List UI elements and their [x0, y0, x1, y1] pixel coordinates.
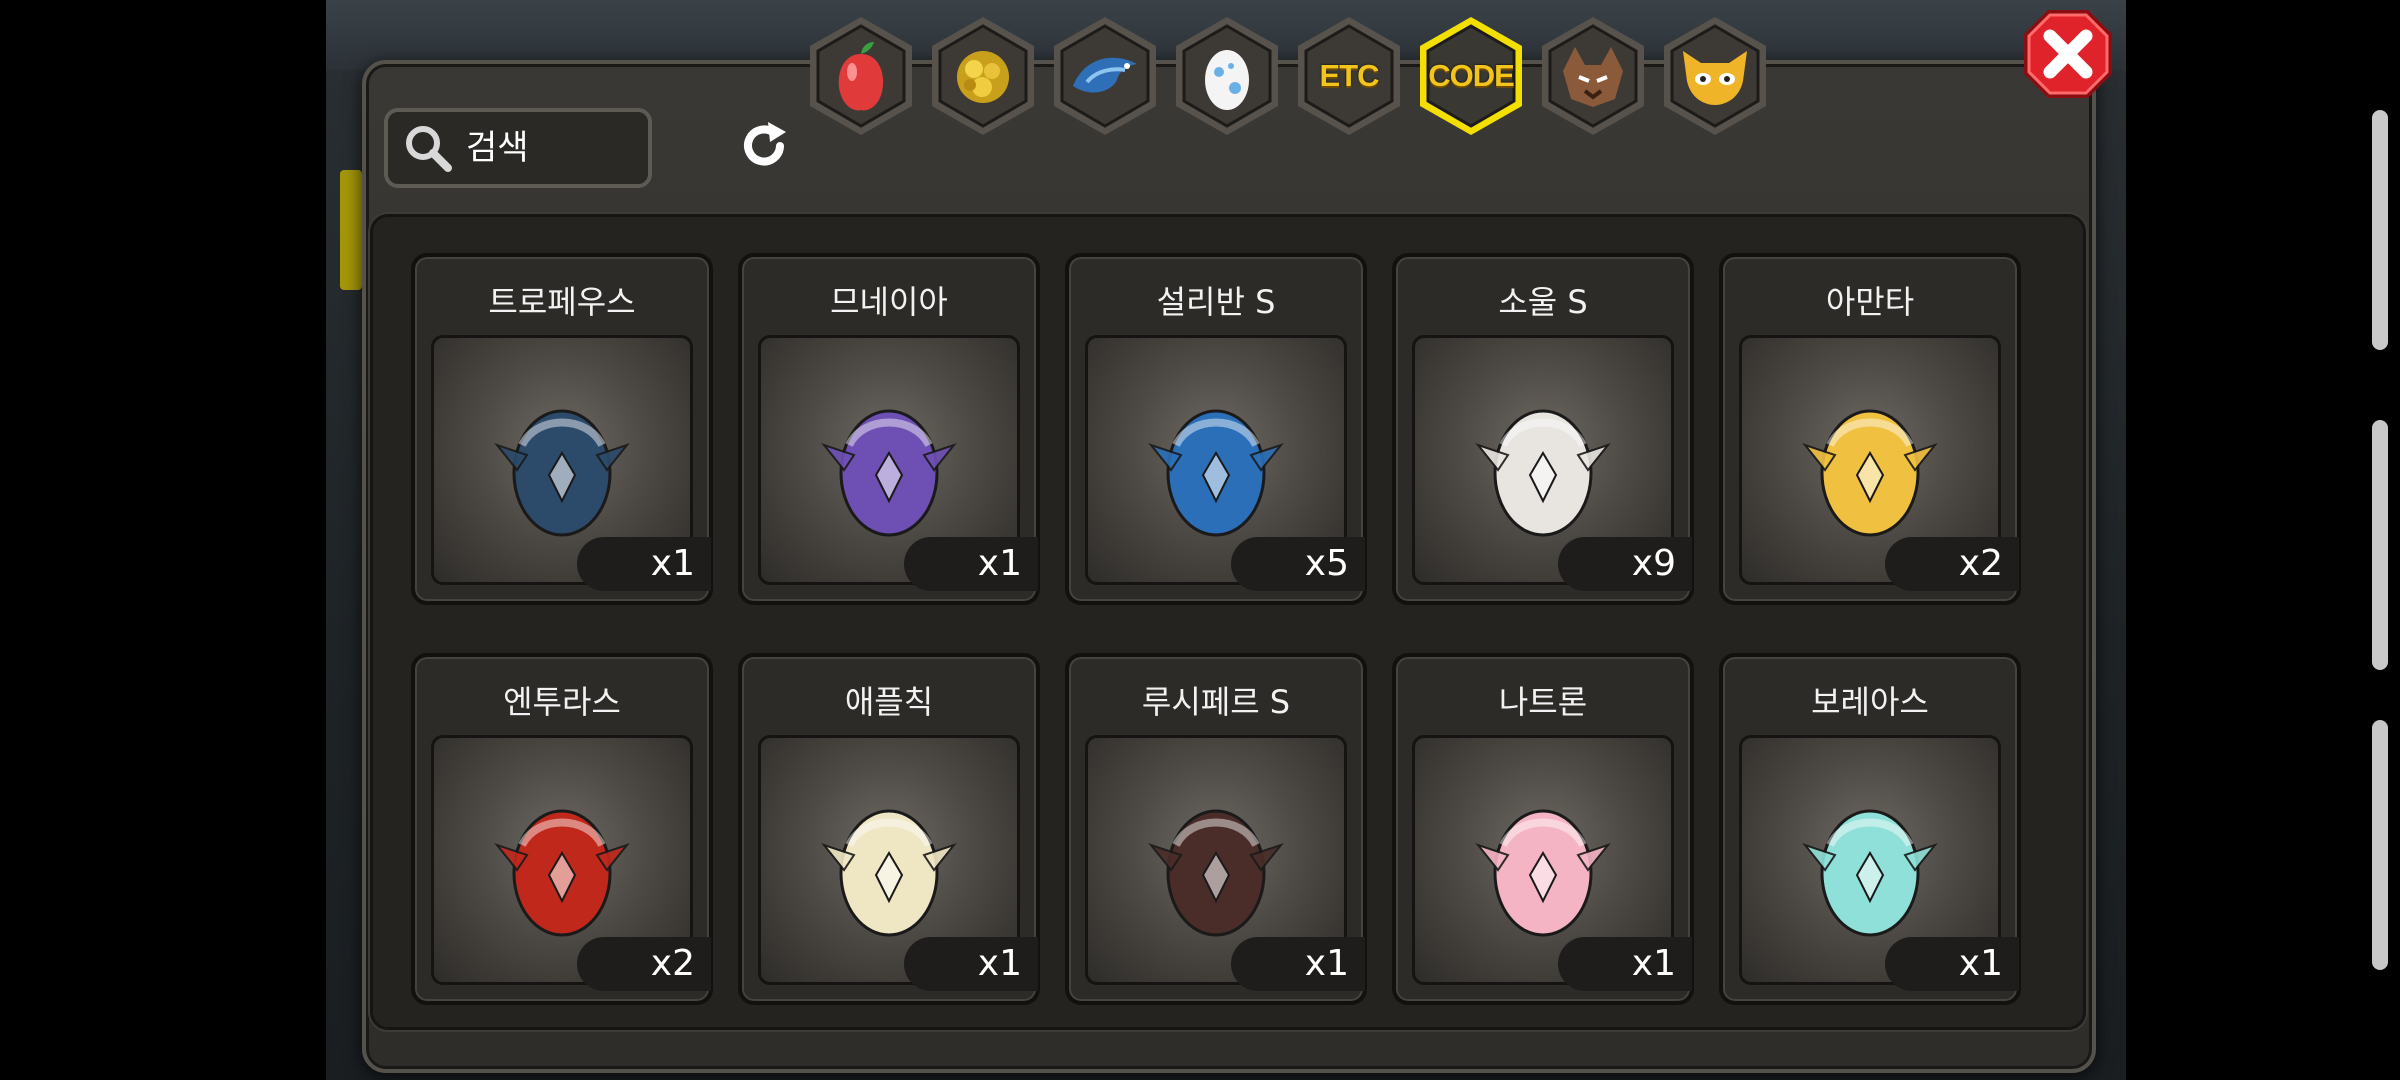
tab-dragon[interactable]	[1050, 14, 1160, 138]
item-grid: 트로페우스 x1 므네이아 x1 설리반 S x5 소울 S x9 아만타 x2 엔투라스 x2 애플칙…	[370, 214, 2086, 1030]
item-name: 나트론	[1498, 683, 1588, 721]
item-card[interactable]: 설리반 S x5	[1065, 253, 1367, 605]
item-name: 루시페르 S	[1141, 683, 1291, 721]
background-accent	[340, 170, 362, 290]
item-card[interactable]: 아만타 x2	[1719, 253, 2021, 605]
item-card[interactable]: 므네이아 x1	[738, 253, 1040, 605]
refresh-icon	[744, 122, 786, 166]
item-count: x1	[1558, 937, 1692, 991]
item-name: 보레아스	[1811, 683, 1929, 721]
tab-label-text: CODE	[1428, 58, 1515, 93]
item-count: x2	[577, 937, 711, 991]
item-name: 므네이아	[830, 283, 948, 321]
search-input[interactable]	[464, 127, 628, 169]
scrollbar-thumb[interactable]	[2372, 420, 2388, 670]
item-card[interactable]: 트로페우스 x1	[411, 253, 713, 605]
item-count: x1	[904, 537, 1038, 591]
scrollbar-thumb[interactable]	[2372, 720, 2388, 970]
item-card[interactable]: 루시페르 S x1	[1065, 653, 1367, 1005]
tab-mask[interactable]	[1660, 14, 1770, 138]
tab-label-text: ETC	[1319, 58, 1380, 93]
item-name: 아만타	[1825, 283, 1915, 321]
tab-egg[interactable]	[1172, 14, 1282, 138]
search-icon	[406, 126, 452, 172]
tab-beast[interactable]	[1538, 14, 1648, 138]
item-count: x1	[904, 937, 1038, 991]
category-tab-bar: ETC CODE	[806, 14, 1770, 144]
gold-ore-icon	[928, 14, 1038, 138]
item-name: 트로페우스	[488, 283, 636, 321]
close-button[interactable]	[2020, 6, 2116, 102]
item-count: x1	[1231, 937, 1365, 991]
item-card[interactable]: 엔투라스 x2	[411, 653, 713, 1005]
mask-icon	[1660, 14, 1770, 138]
dragon-icon	[1050, 14, 1160, 138]
item-count: x1	[577, 537, 711, 591]
item-count: x5	[1231, 537, 1365, 591]
tab-label: ETC	[1294, 14, 1404, 138]
item-count: x1	[1885, 937, 2019, 991]
beast-icon	[1538, 14, 1648, 138]
item-card[interactable]: 나트론 x1	[1392, 653, 1694, 1005]
refresh-button[interactable]	[734, 116, 794, 176]
item-card[interactable]: 애플칙 x1	[738, 653, 1040, 1005]
item-name: 설리반 S	[1156, 283, 1276, 321]
item-count: x9	[1558, 537, 1692, 591]
tab-gold[interactable]	[928, 14, 1038, 138]
item-card[interactable]: 소울 S x9	[1392, 253, 1694, 605]
scrollbar[interactable]	[2372, 110, 2388, 970]
item-card[interactable]: 보레아스 x1	[1719, 653, 2021, 1005]
item-name: 소울 S	[1498, 283, 1588, 321]
egg-icon	[1172, 14, 1282, 138]
fruit-icon	[806, 14, 916, 138]
tab-label: CODE	[1416, 14, 1526, 138]
close-icon	[2024, 10, 2112, 98]
scrollbar-thumb[interactable]	[2372, 110, 2388, 350]
item-name: 엔투라스	[503, 683, 621, 721]
item-name: 애플칙	[844, 683, 934, 721]
tab-code[interactable]: CODE	[1416, 14, 1526, 138]
tab-fruit[interactable]	[806, 14, 916, 138]
search-box[interactable]	[384, 108, 652, 188]
tab-etc[interactable]: ETC	[1294, 14, 1404, 138]
item-count: x2	[1885, 537, 2019, 591]
